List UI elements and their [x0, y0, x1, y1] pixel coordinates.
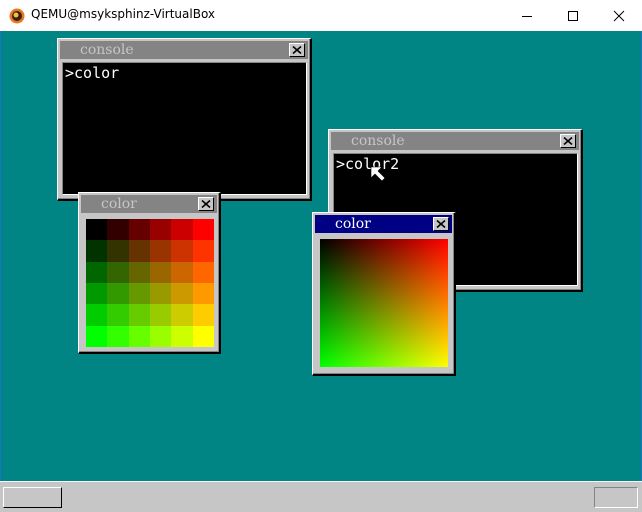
window-title: color	[101, 196, 137, 212]
palette-cell	[128, 261, 150, 283]
palette-cell	[150, 304, 172, 326]
palette-cell	[86, 261, 108, 283]
console-terminal[interactable]: >color	[62, 62, 307, 195]
palette-cell	[192, 261, 214, 283]
palette-cell	[192, 219, 214, 241]
maximize-icon	[567, 10, 579, 22]
window-close-button[interactable]	[560, 134, 576, 148]
close-icon	[563, 137, 573, 145]
color-window-2-titlebar[interactable]: color	[315, 215, 452, 233]
palette-cell	[128, 283, 150, 305]
color-gradient-canvas	[320, 239, 448, 367]
palette-cell	[171, 240, 193, 262]
palette-cell	[171, 283, 193, 305]
palette-cell	[150, 240, 172, 262]
minimize-button[interactable]	[504, 0, 550, 31]
palette-cell	[171, 261, 193, 283]
palette-cell	[171, 304, 193, 326]
window-close-button[interactable]	[433, 217, 449, 231]
close-icon	[436, 220, 446, 228]
host-titlebar: QEMU@msyksphinz-VirtualBox	[0, 0, 642, 31]
qemu-app-icon	[9, 8, 25, 24]
palette-cell	[107, 240, 129, 262]
palette-cell	[171, 219, 193, 241]
taskbar-start-button[interactable]	[3, 487, 62, 508]
guest-taskbar	[0, 481, 642, 512]
window-close-button[interactable]	[289, 43, 305, 57]
palette-cell	[86, 240, 108, 262]
host-window-title: QEMU@msyksphinz-VirtualBox	[31, 7, 216, 21]
minimize-icon	[521, 10, 533, 22]
console-window-2-titlebar[interactable]: console	[331, 132, 579, 150]
console-line: >color2	[336, 155, 400, 173]
console-window-1[interactable]: console >color	[57, 38, 312, 201]
palette-cell	[150, 325, 172, 347]
console-window-1-titlebar[interactable]: console	[60, 41, 308, 59]
color-window-2[interactable]: color	[312, 212, 456, 376]
palette-cell	[86, 219, 108, 241]
console-line: >color	[65, 64, 120, 82]
palette-cell	[128, 304, 150, 326]
close-icon	[201, 200, 211, 208]
palette-cell	[107, 283, 129, 305]
window-title: console	[351, 133, 405, 149]
close-icon	[613, 10, 625, 22]
palette-cell	[150, 219, 172, 241]
close-button[interactable]	[596, 0, 642, 31]
palette-cell	[107, 261, 129, 283]
mouse-cursor-icon	[370, 166, 386, 182]
palette-cell	[128, 219, 150, 241]
palette-cell	[192, 240, 214, 262]
palette-cell	[86, 304, 108, 326]
palette-cell	[128, 325, 150, 347]
palette-cell	[107, 219, 129, 241]
palette-cell	[150, 283, 172, 305]
palette-cell	[107, 304, 129, 326]
color-window-1-titlebar[interactable]: color	[81, 195, 217, 213]
palette-cell	[192, 283, 214, 305]
palette-cell	[86, 325, 108, 347]
maximize-button[interactable]	[550, 0, 596, 31]
color-palette-grid	[86, 219, 214, 347]
close-icon	[292, 46, 302, 54]
taskbar-tray	[594, 487, 638, 508]
palette-cell	[171, 325, 193, 347]
palette-cell	[150, 261, 172, 283]
palette-cell	[128, 240, 150, 262]
palette-cell	[192, 304, 214, 326]
palette-cell	[192, 325, 214, 347]
color-window-1[interactable]: color	[78, 192, 221, 354]
window-title: color	[335, 216, 371, 232]
palette-cell	[86, 283, 108, 305]
window-close-button[interactable]	[198, 197, 214, 211]
palette-cell	[107, 325, 129, 347]
window-title: console	[80, 42, 134, 58]
